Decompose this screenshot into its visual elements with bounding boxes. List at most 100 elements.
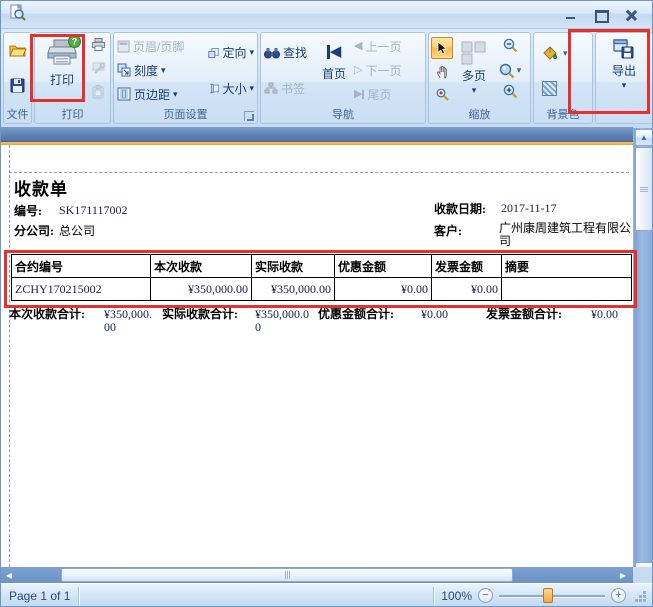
minimize-button[interactable] xyxy=(564,9,578,21)
dialog-launcher-icon[interactable] xyxy=(244,111,254,121)
zoom-percentage: 100% xyxy=(441,588,472,603)
hand-tool-button[interactable] xyxy=(432,62,452,82)
multi-page-button[interactable]: 多页 ▾ xyxy=(454,35,494,106)
ribbon-group-zoom: 多页 ▾ ▾ 缩放 xyxy=(428,32,531,124)
open-file-button[interactable] xyxy=(8,43,27,62)
orientation-icon xyxy=(208,47,220,58)
total-label: 实际收款合计: xyxy=(162,307,238,321)
zoom-out-button[interactable] xyxy=(503,38,518,58)
last-page-button[interactable]: ▶ 尾页 xyxy=(352,86,424,103)
status-divider xyxy=(433,586,436,605)
scroll-left-button[interactable]: ◀ xyxy=(1,567,17,583)
group-label-print: 打印 xyxy=(61,109,84,121)
table-header-row: 合约编号 本次收款 实际收款 优惠金额 发票金额 摘要 xyxy=(11,254,632,278)
resize-grip[interactable] xyxy=(634,589,648,603)
pointer-tool-button[interactable] xyxy=(431,36,453,59)
cell-actual-receipt: ¥350,000.00 xyxy=(251,277,335,301)
next-page-button[interactable]: ▷ 下一页 xyxy=(352,62,424,79)
chevron-down-icon: ▾ xyxy=(173,88,178,99)
vertical-scroll-thumb[interactable] xyxy=(635,147,652,231)
bookmark-button[interactable]: 书签 xyxy=(262,80,316,97)
total-value: ¥350,000.00 xyxy=(104,307,152,334)
cursor-arrow-icon xyxy=(437,40,448,55)
export-button-label: 导出 xyxy=(611,64,636,78)
field-label-customer: 客户: xyxy=(434,224,462,238)
binoculars-icon xyxy=(264,47,280,59)
group-label-export xyxy=(596,108,652,123)
right-arrow-icon: ▶ xyxy=(619,570,627,580)
margins-button[interactable]: 页边距 ▾ xyxy=(115,86,206,103)
group-label-background: 背景色 xyxy=(546,109,580,121)
cell-this-receipt: ¥350,000.00 xyxy=(150,277,252,301)
horizontal-scroll-thumb[interactable] xyxy=(61,568,513,582)
left-arrow-icon: ◀ xyxy=(5,570,13,580)
save-icon xyxy=(10,78,25,93)
zoom-out-slider-button[interactable]: − xyxy=(478,588,493,603)
orientation-button[interactable]: 定向 ▾ xyxy=(206,44,256,61)
zoom-in-button[interactable] xyxy=(503,84,518,104)
prev-page-icon: ◀ xyxy=(354,40,363,53)
hand-icon xyxy=(436,65,447,78)
print-setup-button[interactable] xyxy=(91,61,106,80)
svg-text:?: ? xyxy=(72,37,78,47)
scale-button[interactable]: 刻度 ▾ xyxy=(115,62,206,79)
zoom-controls: 100% − + xyxy=(433,586,652,605)
chevron-down-icon: ▾ xyxy=(161,64,166,75)
chevron-down-icon: ▾ xyxy=(621,80,627,90)
magnifier-icon xyxy=(499,63,515,78)
header-footer-button[interactable]: 页眉/页脚 xyxy=(115,38,206,55)
left-margin-guide xyxy=(9,145,10,567)
field-label-number: 编号: xyxy=(14,204,42,218)
save-button[interactable] xyxy=(10,78,25,98)
size-button[interactable]: 大小 ▾ xyxy=(206,80,256,97)
plus-icon: + xyxy=(615,589,622,601)
export-button[interactable]: 导出 ▾ xyxy=(612,35,636,106)
first-page-button[interactable]: ◀ 首页 xyxy=(316,35,352,106)
zoom-region-icon xyxy=(436,88,449,101)
field-label-branch: 分公司: xyxy=(14,224,54,238)
print-setup-icon xyxy=(92,62,105,74)
print-button-label: 打印 xyxy=(49,73,74,87)
watermark-button[interactable] xyxy=(542,81,557,96)
copy-page-button[interactable] xyxy=(92,84,104,104)
scroll-right-button[interactable]: ▶ xyxy=(615,567,631,583)
maximize-button[interactable] xyxy=(594,9,609,23)
prev-page-button[interactable]: ◀ 上一页 xyxy=(352,38,424,55)
chevron-down-icon: ▾ xyxy=(471,85,477,95)
chevron-down-icon: ▾ xyxy=(563,47,568,58)
status-bar: Page 1 of 1 100% − + xyxy=(1,583,652,606)
group-label-file: 文件 xyxy=(6,109,29,121)
scale-icon xyxy=(117,63,131,77)
ribbon-group-print: ? 打印 打印 xyxy=(34,32,111,124)
first-page-icon: ◀ xyxy=(326,44,341,59)
field-label-date: 收款日期: xyxy=(434,202,486,216)
total-label: 本次收款合计: xyxy=(9,307,85,321)
clipboard-icon xyxy=(92,84,104,98)
paint-bucket-icon xyxy=(543,46,557,60)
find-button[interactable]: 查找 xyxy=(262,44,316,61)
zoom-slider-thumb[interactable] xyxy=(543,588,553,603)
total-label: 优惠金额合计: xyxy=(318,307,394,321)
print-button[interactable]: ? 打印 xyxy=(36,35,88,106)
zoom-level-button[interactable]: ▾ xyxy=(499,63,521,79)
page-indicator: Page 1 of 1 xyxy=(9,588,71,603)
total-value: ¥0.00 xyxy=(591,307,618,321)
printer-icon: ? xyxy=(47,35,81,69)
zoom-in-slider-button[interactable]: + xyxy=(611,588,626,603)
close-button[interactable] xyxy=(624,9,638,21)
group-label-zoom: 缩放 xyxy=(468,109,491,121)
totals-line: 本次收款合计: ¥350,000. 00 实际收款合计: ¥350,000.0 0 … xyxy=(1,308,633,338)
group-label-page-setup: 页面设置 xyxy=(114,108,257,123)
zoom-region-tool-button[interactable] xyxy=(432,85,452,105)
vertical-scrollbar[interactable]: ▲ ▼ xyxy=(633,128,652,580)
scrollbar-corner xyxy=(633,567,652,583)
background-color-button[interactable]: ▾ xyxy=(542,45,568,61)
horizontal-scrollbar[interactable]: ◀ ▶ xyxy=(1,567,633,583)
scroll-up-button[interactable]: ▲ xyxy=(635,129,652,146)
ribbon-toolbar: 文件 ? 打印 打印 页眉/页脚 刻度 ▾ 页边距 ▾ 定向 ▾ 大小 ▾ 页面… xyxy=(1,29,652,127)
window-controls xyxy=(564,9,644,23)
cell-discount: ¥0.00 xyxy=(334,277,432,301)
zoom-slider-track[interactable] xyxy=(499,588,605,603)
col-header: 合约编号 xyxy=(11,254,151,278)
quick-print-button[interactable] xyxy=(91,37,106,56)
